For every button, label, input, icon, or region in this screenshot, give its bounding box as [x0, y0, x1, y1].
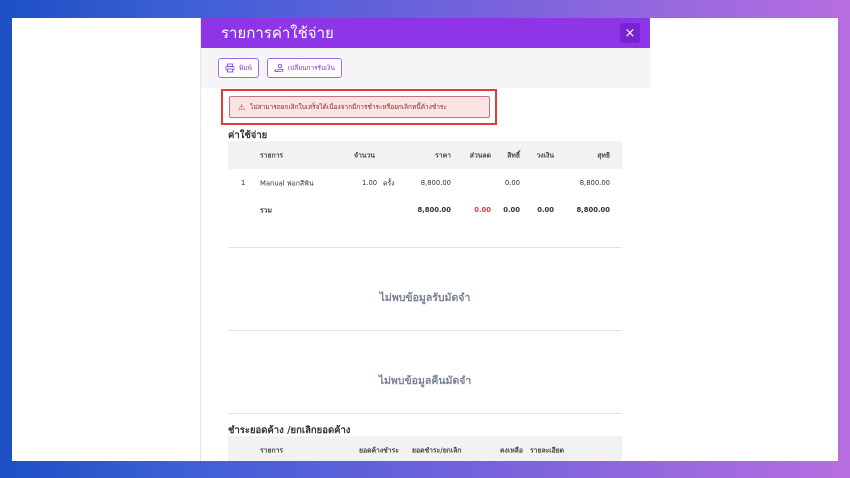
total-net: 8,800.00 [576, 205, 610, 214]
col-net: สุทธิ [597, 151, 610, 160]
total-discount: 0.00 [474, 205, 491, 214]
warning-alert: ⚠ ไม่สามารถยกเลิกใบเสร็จได้เนื่องจากมีกา… [229, 96, 490, 118]
col-details: รายละเอียด [530, 446, 565, 455]
col-item: รายการ [260, 151, 284, 160]
deposit-return-empty: ไม่พบข้อมูลคืนมัดจำ [378, 375, 472, 387]
row-price: 8,800.00 [420, 178, 451, 187]
total-right: 0.00 [503, 205, 520, 214]
expenses-table: รายการ จำนวน ราคา ส่วนลด สิทธิ์ วงเงิน ส… [228, 141, 622, 223]
divider [228, 330, 622, 331]
row-unit: ครั้ง [383, 179, 395, 187]
row-right: 0.00 [504, 178, 520, 187]
total-price: 8,800.00 [417, 205, 451, 214]
outstanding-table-header: รายการ ยอดค้างชำระ ยอดชำระ/ยกเลิก คงเหลื… [228, 436, 622, 461]
divider [228, 413, 622, 414]
total-label: รวม [260, 206, 272, 214]
hand-money-icon [274, 63, 284, 72]
total-row: รวม 8,800.00 0.00 0.00 0.00 8,800.00 [228, 196, 622, 223]
row-qty: 1.00 [362, 178, 378, 187]
row-item: Manual ฟอกสีฟัน [260, 179, 314, 187]
total-limit: 0.00 [537, 205, 554, 214]
col-price: ราคา [435, 151, 451, 160]
table-row: 1 Manual ฟอกสีฟัน 1.00 ครั้ง 8,800.00 0.… [228, 169, 622, 196]
close-button[interactable]: × [620, 23, 640, 43]
alert-message: ไม่สามารถยกเลิกใบเสร็จได้เนื่องจากมีการช… [250, 103, 447, 111]
alert-highlight: ⚠ ไม่สามารถยกเลิกใบเสร็จได้เนื่องจากมีกา… [221, 89, 497, 125]
divider [228, 247, 622, 248]
deposit-receive-empty: ไม่พบข้อมูลรับมัดจำ [379, 292, 471, 304]
col-paid-cancel: ยอดชำระ/ยกเลิก [412, 446, 462, 455]
toolbar: พิมพ์ เปลี่ยนการรับเงิน [201, 48, 650, 88]
print-label: พิมพ์ [239, 64, 252, 72]
change-payment-label: เปลี่ยนการรับเงิน [287, 64, 335, 72]
col-remaining: คงเหลือ [500, 446, 523, 455]
row-number: 1 [241, 178, 246, 187]
modal-header: รายการค่าใช้จ่าย × [201, 18, 650, 48]
warning-icon: ⚠ [238, 102, 246, 112]
close-icon: × [624, 25, 636, 41]
row-net: 8,800.00 [579, 178, 610, 187]
col-item: รายการ [260, 446, 284, 455]
expense-modal: รายการค่าใช้จ่าย × พิมพ์ เปลี่ยนการรับเง… [200, 18, 650, 461]
col-outstanding: ยอดค้างชำระ [359, 446, 399, 455]
col-right: สิทธิ์ [507, 151, 520, 160]
background-canvas: รายการค่าใช้จ่าย × พิมพ์ เปลี่ยนการรับเง… [12, 18, 838, 461]
change-payment-button[interactable]: เปลี่ยนการรับเงิน [266, 58, 342, 78]
modal-title: รายการค่าใช้จ่าย [221, 24, 334, 42]
col-qty: จำนวน [354, 151, 375, 160]
expenses-table-header: รายการ จำนวน ราคา ส่วนลด สิทธิ์ วงเงิน ส… [228, 141, 622, 169]
outstanding-table: รายการ ยอดค้างชำระ ยอดชำระ/ยกเลิก คงเหลื… [228, 436, 622, 461]
print-button[interactable]: พิมพ์ [218, 58, 259, 78]
printer-icon [225, 63, 235, 73]
col-limit: วงเงิน [536, 151, 554, 160]
col-discount: ส่วนลด [469, 151, 491, 160]
